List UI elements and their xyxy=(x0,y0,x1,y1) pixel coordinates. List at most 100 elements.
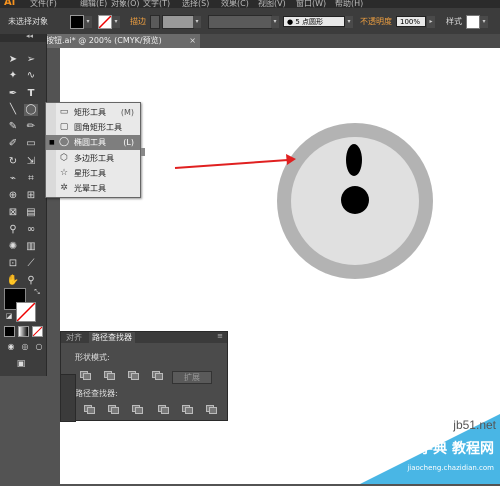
mesh-tool-icon[interactable]: ⊠ xyxy=(6,207,20,219)
magic-wand-tool-icon[interactable]: ✦ xyxy=(6,70,20,82)
minus-back-icon[interactable] xyxy=(205,404,217,414)
fill-swatch[interactable] xyxy=(70,15,84,29)
pencil-tool-icon[interactable]: ✏ xyxy=(24,121,38,133)
stroke-weight-stepper[interactable] xyxy=(150,15,160,29)
flyout-item-rounded-rectangle[interactable]: ▢ 圆角矩形工具 xyxy=(46,120,140,135)
stroke-label[interactable]: 描边 xyxy=(130,16,146,27)
close-tab-icon[interactable]: × xyxy=(189,34,196,48)
eraser-tool-icon[interactable]: ▭ xyxy=(24,138,38,150)
opacity-arrow[interactable]: ▸ xyxy=(427,16,435,28)
draw-normal-icon[interactable]: ◉ xyxy=(4,341,18,353)
opacity-field[interactable]: 100% xyxy=(396,16,426,27)
flyout-item-ellipse[interactable]: ■ ◯ 椭圆工具 (L) xyxy=(46,135,140,150)
style-label: 样式 xyxy=(446,17,462,26)
flyout-item-polygon[interactable]: ⬡ 多边形工具 xyxy=(46,151,140,166)
brush-value: 5 点圆形 xyxy=(295,18,324,26)
artboard-tool-icon[interactable]: ⊡ xyxy=(6,258,20,270)
exclude-icon[interactable] xyxy=(151,370,163,380)
trim-icon[interactable] xyxy=(107,404,119,414)
stroke-color-box[interactable] xyxy=(16,302,36,322)
tab-align[interactable]: 对齐 xyxy=(63,332,85,343)
shape-tools-flyout: ▭ 矩形工具 (M) ▢ 圆角矩形工具 ■ ◯ 椭圆工具 (L) ⬡ 多边形工具… xyxy=(45,102,145,198)
width-tool-icon[interactable]: ⌁ xyxy=(6,173,20,185)
opacity-label[interactable]: 不透明度 xyxy=(360,16,392,27)
stroke-weight-arrow[interactable]: ▾ xyxy=(193,16,201,28)
watermark-site: jb51.net xyxy=(453,418,496,432)
pen-tool-icon[interactable]: ✒ xyxy=(6,88,20,100)
minus-front-icon[interactable] xyxy=(103,370,115,380)
brush-definition[interactable]: ● 5 点圆形 xyxy=(283,16,345,27)
draw-behind-icon[interactable]: ◎ xyxy=(18,341,32,353)
fill-dropdown-arrow[interactable]: ▾ xyxy=(84,16,92,28)
scale-tool-icon[interactable]: ⇲ xyxy=(24,156,38,168)
gradient-mode-icon[interactable] xyxy=(18,326,29,337)
shape-builder-tool-icon[interactable]: ⊕ xyxy=(6,190,20,202)
flyout-item-shortcut: (M) xyxy=(120,108,134,117)
flyout-item-flare[interactable]: ✲ 光晕工具 xyxy=(46,181,140,196)
collapsed-panel-strip[interactable] xyxy=(60,374,76,422)
outline-icon[interactable] xyxy=(181,404,193,414)
line-tool-icon[interactable]: ╲ xyxy=(6,104,20,116)
none-mode-icon[interactable] xyxy=(32,326,43,337)
intersect-icon[interactable] xyxy=(127,370,139,380)
flyout-item-label: 星形工具 xyxy=(74,169,106,178)
screen-mode-icon[interactable]: ▣ xyxy=(14,358,28,370)
lasso-tool-icon[interactable]: ∿ xyxy=(24,70,38,82)
collapse-panel-icon[interactable]: ◂◂ xyxy=(26,32,33,40)
hand-tool-icon[interactable]: ✋ xyxy=(6,275,20,287)
panel-menu-icon[interactable]: ≡ xyxy=(217,332,223,340)
selection-tool-icon[interactable]: ➤ xyxy=(6,54,20,66)
unite-icon[interactable] xyxy=(79,370,91,380)
paintbrush-tool-icon[interactable]: ✎ xyxy=(6,121,20,133)
gradient-tool-icon[interactable]: ▤ xyxy=(24,207,38,219)
tools-panel-header[interactable]: ◂◂ xyxy=(0,32,46,42)
direct-selection-tool-icon[interactable]: ➢ xyxy=(24,54,38,66)
free-transform-tool-icon[interactable]: ⌗ xyxy=(24,173,38,185)
stroke-dropdown-arrow[interactable]: ▾ xyxy=(112,16,120,28)
eyedropper-tool-icon[interactable]: ⚲ xyxy=(6,224,20,236)
stroke-weight-field[interactable] xyxy=(162,15,194,29)
slice-tool-icon[interactable]: ⟋ xyxy=(24,258,38,270)
selection-status: 未选择对象 xyxy=(8,17,48,26)
pathfinder-panel: 对齐 路径查找器 ≡ 形状模式: 扩展 路径查找器: xyxy=(60,331,228,421)
expand-button[interactable]: 扩展 xyxy=(172,371,212,384)
exclamation-stroke[interactable] xyxy=(346,144,362,176)
flyout-item-rectangle[interactable]: ▭ 矩形工具 (M) xyxy=(46,105,140,120)
watermark: jb51.net 查字典 教程网 jiaocheng.chazidian.com xyxy=(350,414,500,484)
brush-arrow[interactable]: ▾ xyxy=(345,16,353,28)
symbol-sprayer-tool-icon[interactable]: ✺ xyxy=(6,241,20,253)
default-colors-icon[interactable]: ◪ xyxy=(2,310,16,322)
flyout-item-shortcut: (L) xyxy=(123,138,134,147)
document-tab[interactable]: 按钮.ai* @ 200% (CMYK/预览) × xyxy=(42,34,200,48)
exclamation-dot[interactable] xyxy=(341,186,369,214)
pathfinders-label: 路径查找器: xyxy=(75,389,118,398)
flyout-item-star[interactable]: ☆ 星形工具 xyxy=(46,166,140,181)
current-tool-bullet: ■ xyxy=(49,139,55,146)
pointer-arrow-line xyxy=(174,159,289,169)
profile-arrow[interactable]: ▾ xyxy=(271,16,279,28)
tab-pathfinder[interactable]: 路径查找器 xyxy=(89,332,135,343)
color-mode-icon[interactable] xyxy=(4,326,15,337)
tearoff-handle[interactable] xyxy=(141,148,145,156)
crop-icon[interactable] xyxy=(157,404,169,414)
merge-icon[interactable] xyxy=(131,404,143,414)
flare-icon: ✲ xyxy=(60,183,68,193)
draw-inside-icon[interactable]: ○ xyxy=(32,341,46,353)
graphic-style-swatch[interactable] xyxy=(466,15,480,29)
document-title: 按钮.ai* @ 200% (CMYK/预览) xyxy=(46,36,162,45)
flyout-item-label: 光晕工具 xyxy=(74,184,106,193)
type-tool-icon[interactable]: T xyxy=(24,88,38,100)
stroke-swatch[interactable] xyxy=(98,15,112,29)
perspective-grid-tool-icon[interactable]: ⊞ xyxy=(24,190,38,202)
style-arrow[interactable]: ▾ xyxy=(480,16,488,28)
panel-tab-strip: 对齐 路径查找器 ≡ xyxy=(61,332,227,343)
rectangle-icon: ▭ xyxy=(59,107,69,117)
divide-icon[interactable] xyxy=(83,404,95,414)
swap-fill-stroke-icon[interactable]: ⤡ xyxy=(30,286,44,298)
column-graph-tool-icon[interactable]: ▥ xyxy=(24,241,38,253)
ellipse-tool-icon[interactable]: ◯ xyxy=(24,104,38,116)
blob-brush-tool-icon[interactable]: ✐ xyxy=(6,138,20,150)
blend-tool-icon[interactable]: ∞ xyxy=(24,224,38,236)
variable-width-profile[interactable] xyxy=(208,15,272,29)
rotate-tool-icon[interactable]: ↻ xyxy=(6,156,20,168)
